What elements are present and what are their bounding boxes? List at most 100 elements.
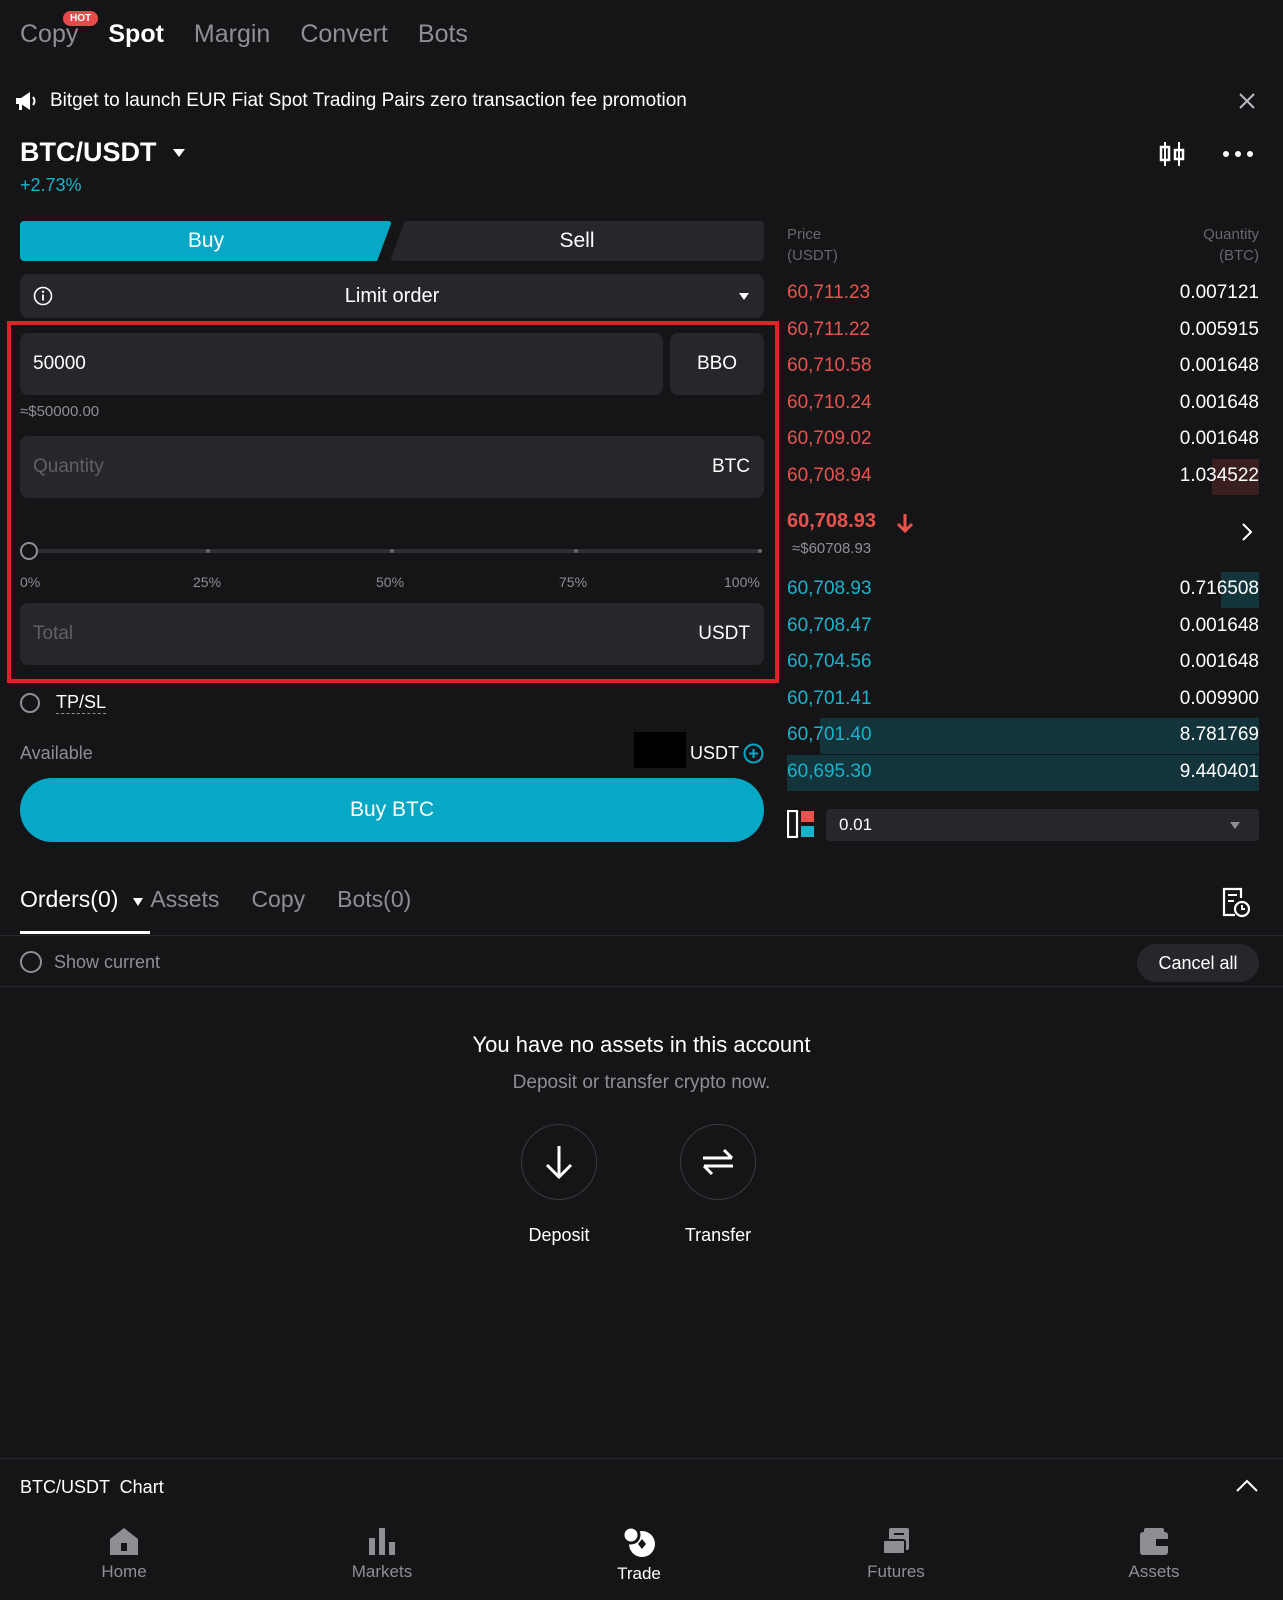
pair-selector[interactable]: BTC/USDT [20,137,157,168]
ask-quantity: 1.034522 [1179,465,1259,486]
sell-tab[interactable]: Sell [390,221,764,261]
home-icon [110,1528,138,1555]
buy-tab[interactable]: Buy [20,221,392,261]
bid-row[interactable]: 60,701.41 0.009900 [787,682,1259,718]
ask-row[interactable]: 60,710.24 0.001648 [787,386,1259,422]
nav-futures[interactable]: Futures [821,1526,971,1582]
orderbook-layout-icon[interactable] [787,810,815,838]
dropdown-arrow-icon [1230,821,1240,829]
ask-price: 60,709.02 [787,428,872,450]
add-funds-icon[interactable] [743,743,764,764]
tab-orders[interactable]: Orders(0) [20,886,118,913]
order-history-icon[interactable] [1221,886,1251,918]
ask-quantity: 0.005915 [1179,318,1259,340]
ask-row[interactable]: 60,711.22 0.005915 [787,313,1259,349]
tpsl-radio[interactable] [20,693,40,713]
ask-quantity: 0.007121 [1179,282,1259,303]
divider [0,1458,1283,1459]
active-tab-indicator [20,931,150,934]
available-unit: USDT [690,743,739,763]
last-price-usd: ≈$60708.93 [792,540,872,557]
tab-convert[interactable]: Convert [300,20,388,49]
transfer-label: Transfer [684,1225,752,1245]
available-label: Available [20,743,93,763]
qty-header-unit: (BTC) [1219,247,1259,264]
precision-select[interactable]: 0.01 [826,809,1259,841]
arrow-down-icon [545,1146,573,1180]
ask-row[interactable]: 60,711.23 0.007121 [787,276,1259,312]
info-icon[interactable] [33,286,53,306]
deposit-label: Deposit [528,1225,590,1245]
redacted-balance [634,732,686,768]
empty-state-title: You have no assets in this account [472,1032,811,1057]
nav-trade-label: Trade [617,1564,661,1583]
tpsl-checkbox[interactable]: TP/SL [20,692,107,714]
chevron-down-icon[interactable] [172,148,186,158]
cancel-all-button[interactable]: Cancel all [1137,944,1259,982]
empty-state-subtitle: Deposit or transfer crypto now. [512,1072,771,1093]
price-header: Price (USDT) [787,224,838,266]
bid-quantity: 0.001648 [1179,614,1259,636]
chart-toggle-label[interactable]: BTC/USDT Chart [20,1477,164,1498]
bid-price: 60,708.93 [787,578,872,599]
order-type-label: Limit order [344,284,440,307]
bid-row[interactable]: 60,708.47 0.001648 [787,609,1259,645]
bar-chart-icon [369,1528,395,1555]
close-icon[interactable] [1238,92,1256,110]
bid-row[interactable]: 60,704.56 0.001648 [787,645,1259,681]
ask-quantity: 0.001648 [1179,355,1259,377]
bid-price: 60,704.56 [787,651,872,673]
show-current-toggle[interactable]: Show current [20,951,160,973]
dropdown-arrow-icon [739,293,749,300]
last-price: 60,708.93 [787,510,876,533]
ask-row[interactable]: 60,709.02 0.001648 [787,422,1259,458]
nav-markets-label: Markets [351,1562,413,1581]
tab-bots[interactable]: Bots [418,20,468,49]
highlight-box [7,321,779,683]
nav-assets[interactable]: Assets [1079,1526,1229,1582]
nav-home[interactable]: Home [49,1526,199,1582]
ask-row[interactable]: 60,708.94 1.034522 [787,459,1259,495]
buy-btc-button[interactable]: Buy BTC [20,778,764,842]
deposit-button[interactable] [521,1124,597,1200]
bid-row[interactable]: 60,701.40 8.781769 [787,718,1259,755]
nav-trade[interactable]: Trade [564,1526,714,1584]
ask-row[interactable]: 60,710.58 0.001648 [787,349,1259,385]
quantity-header: Quantity (BTC) [1203,224,1259,266]
wallet-icon [1140,1528,1168,1555]
tab-bots-orders[interactable]: Bots(0) [337,886,411,913]
transfer-button[interactable] [680,1124,756,1200]
tab-spot[interactable]: Spot [108,20,164,49]
ask-price: 60,711.23 [787,282,871,303]
order-type-select[interactable]: Limit order [20,274,764,318]
trade-icon [621,1526,655,1557]
bid-quantity: 8.781769 [1179,724,1259,746]
more-icon[interactable] [1222,150,1254,158]
chevron-up-icon[interactable] [1235,1479,1259,1493]
qty-header-label: Quantity [1203,226,1259,243]
bid-row[interactable]: 60,708.93 0.716508 [787,572,1259,608]
show-current-radio[interactable] [20,951,42,973]
show-current-label: Show current [54,951,161,972]
futures-icon [882,1528,909,1555]
ask-price: 60,708.94 [787,465,872,486]
ask-price: 60,711.22 [787,318,871,340]
orders-tabs: Orders(0) Assets Copy Bots(0) [20,886,443,913]
caret-down-icon[interactable] [132,897,144,907]
bid-quantity: 9.440401 [1179,761,1259,782]
tab-assets[interactable]: Assets [150,886,219,913]
announcement-banner[interactable]: Bitget to launch EUR Fiat Spot Trading P… [14,86,1264,116]
tab-margin[interactable]: Margin [194,20,270,49]
nav-futures-label: Futures [867,1562,925,1581]
nav-markets[interactable]: Markets [307,1526,457,1582]
announcement-text: Bitget to launch EUR Fiat Spot Trading P… [50,90,687,111]
ask-price: 60,710.58 [787,355,872,377]
bid-row[interactable]: 60,695.30 9.440401 [787,755,1259,791]
hot-badge: HOT [63,11,99,26]
tab-copy-orders[interactable]: Copy [251,886,305,913]
candlestick-chart-icon[interactable] [1158,140,1186,168]
divider [0,986,1283,987]
chevron-right-icon[interactable] [1241,522,1253,542]
tab-orders-label: Orders(0) [20,886,119,912]
bid-quantity: 0.009900 [1179,687,1259,709]
